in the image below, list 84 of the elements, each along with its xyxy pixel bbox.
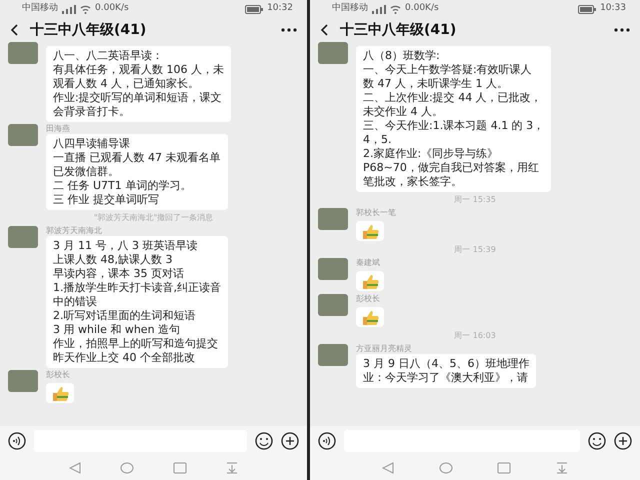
sender-name: 郭校长一笔	[356, 208, 396, 218]
battery-icon	[245, 4, 264, 14]
signal-icon	[372, 4, 386, 14]
message-text-line: 八（8）班数学:	[363, 49, 441, 63]
message-text-line: 中的错误	[53, 295, 98, 309]
avatar-photo	[8, 42, 38, 64]
sender-name: 彭校长	[46, 370, 71, 380]
back-triangle-icon[interactable]	[382, 462, 394, 474]
message-text-line: 一、今天上午数学答疑:有效听课人	[363, 63, 533, 77]
carrier-name: 中国移动	[332, 2, 368, 16]
message-text-line: 业：今天学习了《澳大利亚》，请	[363, 371, 529, 385]
avatar-photo	[318, 208, 348, 230]
clock-time: 10:33	[600, 2, 626, 16]
message-text-line: 八一、八二英语早读：	[53, 49, 164, 63]
wifi-icon	[80, 4, 91, 14]
plus-icon[interactable]	[281, 432, 299, 450]
avatar-photo	[318, 294, 348, 316]
message-text-line: 笔批改，家长签字。	[363, 175, 463, 189]
chat-title: 十三中八年级(41)	[30, 20, 148, 40]
plus-icon[interactable]	[614, 432, 632, 450]
message-text-line: 二 任务 U7T1 单词的学习。	[53, 179, 192, 193]
message-text-line: 3 月 9 日八（4、5、6）班地理作	[363, 357, 530, 371]
sender-name: 郭波芳天南海北	[46, 226, 103, 236]
signal-icon	[62, 4, 76, 14]
message-text-line: 二、上次作业:提交 44 人，已批改，	[363, 91, 543, 105]
avatar-photo	[8, 226, 38, 248]
network-speed: 0.00K/s	[405, 2, 439, 16]
message-text-line: 2.家庭作业:《同步导与练》	[363, 147, 500, 161]
message-text-line: 三 作业 提交单词听写	[53, 193, 160, 207]
voice-icon[interactable]	[318, 432, 336, 450]
square-icon[interactable]	[172, 462, 187, 474]
home-circle-icon[interactable]	[120, 462, 134, 474]
message-text-line: 有具体任务，观看人数 106 人，未	[53, 63, 224, 77]
voice-icon[interactable]	[8, 432, 26, 450]
emoji-icon[interactable]	[588, 432, 606, 450]
more-icon[interactable]	[281, 28, 297, 32]
message-text-line: 1.播放学生昨天打卡读音,纠正读音	[53, 281, 221, 295]
avatar-photo	[318, 42, 348, 64]
back-triangle-icon[interactable]	[69, 462, 82, 474]
message-text-line: 三、今天作业:1.课本习题 4.1 的 3，	[363, 119, 544, 133]
home-circle-icon[interactable]	[438, 462, 453, 474]
battery-icon	[578, 4, 596, 14]
message-text-line: 早读内容，课本 35 页对话	[53, 267, 185, 281]
message-text-line: P68~70，做完自我已对答案，用红	[363, 161, 540, 175]
thumbs-up-icon	[361, 222, 379, 239]
thumbs-up-icon	[361, 272, 379, 289]
download-icon[interactable]	[226, 462, 238, 474]
wifi-icon	[390, 4, 401, 14]
message-text-line: 会背录音打卡。	[53, 105, 131, 119]
back-icon[interactable]	[10, 24, 18, 36]
message-text-line: 未交作业 4 人。	[363, 105, 444, 119]
download-icon[interactable]	[556, 462, 568, 474]
avatar-photo	[318, 344, 348, 366]
message-text-line: 上课人数 48,缺课人数 3	[53, 253, 174, 267]
emoji-icon[interactable]	[255, 432, 273, 450]
network-speed: 0.00K/s	[95, 2, 129, 16]
message-text-line: 观看人数 4 人，已通知家长。	[53, 77, 200, 91]
message-text-line: 一直播 已观看人数 47 未观看名单	[53, 151, 220, 165]
square-icon[interactable]	[497, 462, 512, 474]
sender-name: 田海燕	[46, 124, 71, 134]
message-text-line: 2.听写对话里面的生词和短语	[53, 309, 196, 323]
message-text-line: 3 用 while 和 when 造句	[53, 323, 182, 337]
message-text-line: 数 47 人，未听课学生 1 人。	[363, 77, 509, 91]
sender-name: 彭校长	[356, 294, 381, 304]
message-text-line: 作业:提交听写的单词和短语，课文	[53, 91, 223, 105]
more-icon[interactable]	[614, 28, 630, 32]
back-icon[interactable]	[320, 24, 328, 36]
avatar-photo	[8, 124, 38, 146]
sender-name: 秦建斌	[356, 258, 381, 268]
thumbs-up-icon	[51, 384, 69, 401]
chat-title: 十三中八年级(41)	[340, 20, 458, 40]
carrier-name: 中国移动	[22, 2, 58, 16]
avatar-photo	[318, 258, 348, 280]
clock-time: 10:32	[267, 2, 293, 16]
avatar-photo	[8, 370, 38, 392]
message-text-line: 昨天作业上交 40 个全部批改	[53, 351, 196, 365]
message-text-line: 3 月 11 号，八 3 班英语早读	[53, 239, 198, 253]
thumbs-up-icon	[361, 308, 379, 325]
recall-notice: "郭波芳天南海北"撤回了一条消息	[92, 212, 214, 224]
message-text-line: 作业，拍照早上的听写和造句提交	[53, 337, 219, 351]
sender-name: 方亚丽月亮精灵	[356, 344, 413, 354]
message-text-line: 4，5.	[363, 133, 392, 147]
message-text-line: 八四早读辅导课	[53, 137, 131, 151]
message-text-line: 已发微信群。	[53, 165, 120, 179]
